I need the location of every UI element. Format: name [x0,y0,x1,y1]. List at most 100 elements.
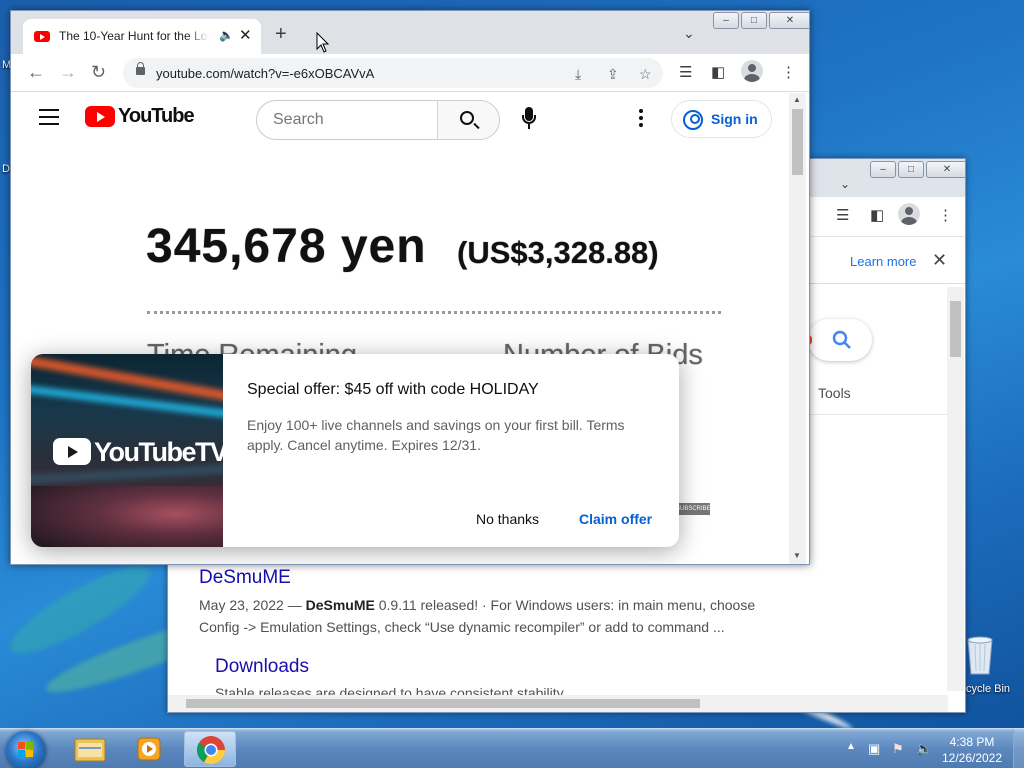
back-window-caption-buttons: ‒ □ ✕ [870,161,965,178]
chevron-down-icon[interactable]: ⌄ [683,25,695,42]
search-box [256,100,500,140]
sign-in-label: Sign in [711,111,758,127]
volume-icon[interactable]: 🔈 [916,741,932,757]
search-icon [832,330,851,349]
desktop-icon-label[interactable]: D [2,163,10,175]
side-panel-icon[interactable]: ◧ [870,206,884,224]
maximize-button[interactable]: □ [898,161,924,178]
hamburger-menu-icon[interactable] [39,109,59,125]
system-clock[interactable]: 4:38 PM 12/26/2022 [936,734,1008,766]
horizontal-scrollbar[interactable] [168,695,948,712]
clock-date: 12/26/2022 [941,751,1003,765]
close-button[interactable]: ✕ [926,161,965,178]
address-bar[interactable]: youtube.com/watch?v=-e6xOBCAVvA ⤓ ⇪ ☆ [123,58,663,88]
learn-more-link[interactable]: Learn more [850,254,916,269]
taskbar-file-explorer[interactable] [64,731,116,767]
promo-body: Enjoy 100+ live channels and savings on … [247,417,625,453]
youtube-header: YouTube Sign in [11,93,789,145]
youtube-browser-window[interactable]: The 10-Year Hunt for the Lost 🔈 ✕ + ⌄ ‒ … [10,10,810,565]
dotted-divider [147,311,721,314]
lock-icon [136,62,145,75]
claim-offer-button[interactable]: Claim offer [579,511,652,527]
recycle-bin-label[interactable]: cycle Bin [966,683,1010,695]
close-icon[interactable]: ✕ [932,250,947,271]
tab-strip: The 10-Year Hunt for the Lost 🔈 ✕ + ⌄ ‒ … [11,11,809,54]
microphone-icon[interactable] [516,105,546,135]
google-search-button[interactable] [804,319,872,361]
result-text: 0.9.11 released! · For Windows users: in… [374,597,756,613]
scrollbar-thumb[interactable] [186,699,700,708]
scrollbar-thumb[interactable] [950,301,961,357]
new-tab-button[interactable]: + [275,24,287,44]
profile-icon[interactable] [898,203,920,225]
youtube-tv-promo-dialog: YouTubeTV Special offer: $45 off with co… [31,354,679,547]
sign-in-button[interactable]: Sign in [671,100,772,138]
result-title[interactable]: DeSmuME [199,567,291,589]
menu-icon[interactable]: ⋮ [781,63,796,81]
scroll-up-arrow-icon[interactable]: ▲ [793,95,801,104]
search-icon [460,111,474,125]
promo-title: Special offer: $45 off with code HOLIDAY [247,381,539,398]
price-yen: 345,678 yen [146,220,427,273]
media-player-icon [137,737,161,761]
play-icon [85,106,115,127]
reading-list-icon[interactable]: ☰ [679,63,692,81]
scroll-down-arrow-icon[interactable]: ▼ [793,551,801,560]
install-app-icon[interactable]: ⤓ [575,66,581,83]
result-snippet: May 23, 2022 — DeSmuME 0.9.11 released! … [199,594,779,638]
promo-image: YouTubeTV [31,354,223,547]
taskbar-media-player[interactable] [124,731,176,767]
search-button[interactable] [437,101,499,139]
taskbar-chrome[interactable] [184,731,236,767]
menu-icon[interactable]: ⋮ [938,206,953,224]
chevron-down-icon[interactable]: ⌄ [840,177,850,191]
result-text-line2: Config -> Emulation Settings, check “Use… [199,619,725,635]
play-icon [53,438,91,465]
sitelink-title[interactable]: Downloads [215,656,309,678]
tools-tab[interactable]: Tools [818,385,851,401]
maximize-button[interactable]: □ [741,12,767,29]
side-panel-icon[interactable]: ◧ [711,63,725,81]
subscribe-watermark[interactable]: SUBSCRIBE [676,503,711,515]
vertical-scrollbar[interactable]: ▲ ▼ [789,93,806,564]
youtube-favicon-icon [34,31,50,42]
bookmark-star-icon[interactable]: ☆ [639,66,652,83]
minimize-button[interactable]: ‒ [870,161,896,178]
profile-icon[interactable] [741,60,763,82]
vertical-scrollbar[interactable] [947,287,964,691]
speaker-icon[interactable]: 🔈 [219,28,234,42]
tab-youtube-video[interactable]: The 10-Year Hunt for the Lost 🔈 ✕ [23,19,261,54]
clock-time: 4:38 PM [949,735,995,749]
network-icon[interactable]: ▣ [868,741,880,757]
back-arrow-icon[interactable]: ← [27,62,45,82]
minimize-button[interactable]: ‒ [713,12,739,29]
tab-title: The 10-Year Hunt for the Lost [59,29,209,43]
taskbar: ▲ ▣ ⚑ 🔈 4:38 PM 12/26/2022 [0,728,1024,768]
divider [808,414,948,415]
reload-icon[interactable]: ↻ [91,62,106,82]
show-hidden-icons-icon[interactable]: ▲ [846,741,856,752]
close-button[interactable]: ✕ [769,12,809,29]
show-desktop-button[interactable] [1013,729,1024,768]
windows-logo-icon [18,742,34,758]
recycle-bin-icon[interactable] [962,632,998,676]
url-text[interactable]: youtube.com/watch?v=-e6xOBCAVvA [156,66,374,81]
action-center-icon[interactable]: ⚑ [892,741,904,757]
result-bold: DeSmuME [305,597,375,613]
forward-arrow-icon[interactable]: → [59,62,77,82]
start-button[interactable] [6,731,46,768]
tab-close-icon[interactable]: ✕ [239,26,252,44]
folder-icon [74,738,106,762]
reading-list-icon[interactable]: ☰ [836,206,849,224]
youtube-tv-logo-text: YouTubeTV [94,437,223,467]
search-input[interactable] [257,101,437,139]
scrollbar-thumb[interactable] [792,109,803,175]
share-icon[interactable]: ⇪ [607,66,619,83]
address-toolbar: ← → ↻ youtube.com/watch?v=-e6xOBCAVvA ⤓ … [11,54,809,92]
settings-menu-icon[interactable] [639,109,645,129]
mouse-pointer-icon [316,32,330,53]
account-icon [683,110,703,130]
price-usd: (US$3,328.88) [457,235,659,270]
front-window-caption-buttons: ‒ □ ✕ [713,12,809,29]
no-thanks-button[interactable]: No thanks [476,511,539,527]
